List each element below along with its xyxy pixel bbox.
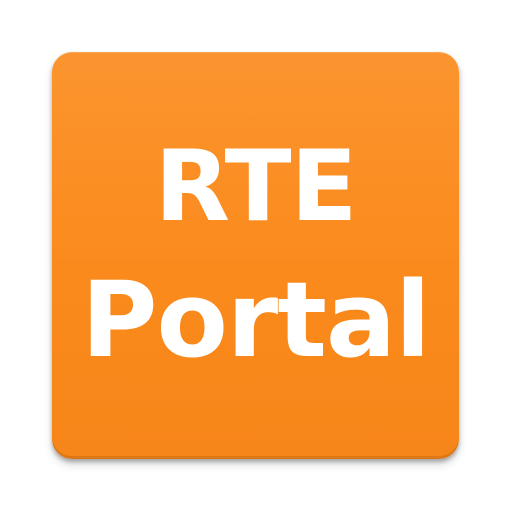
icon-title-line-1: RTE: [154, 130, 358, 244]
icon-canvas: RTE Portal: [0, 0, 512, 512]
app-icon[interactable]: RTE Portal: [52, 52, 459, 459]
icon-title-line-2: Portal: [81, 259, 431, 381]
